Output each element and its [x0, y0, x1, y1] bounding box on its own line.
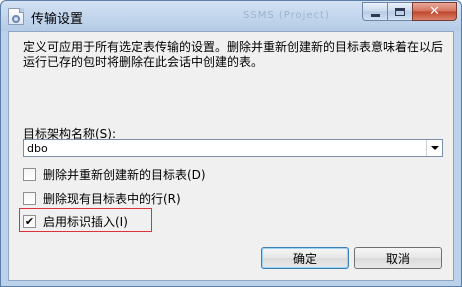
- minimize-icon: [370, 13, 380, 17]
- maximize-icon: [395, 7, 405, 16]
- ok-button[interactable]: 确定: [261, 247, 349, 269]
- close-button[interactable]: ✕: [412, 2, 457, 21]
- close-icon: ✕: [429, 4, 440, 19]
- drop-recreate-checkbox[interactable]: [23, 168, 36, 181]
- maximize-button[interactable]: [387, 2, 413, 21]
- identity-insert-checkbox[interactable]: ✔: [23, 215, 36, 228]
- cancel-button[interactable]: 取消: [354, 247, 442, 269]
- identity-insert-option[interactable]: ✔ 启用标识插入(I): [23, 213, 128, 230]
- window-title: 传输设置: [31, 12, 84, 27]
- combo-dropdown-button[interactable]: [426, 140, 442, 156]
- minimize-button[interactable]: [362, 2, 388, 21]
- drop-recreate-label[interactable]: 删除并重新创建新的目标表(D): [43, 166, 206, 183]
- schema-name-value[interactable]: dbo: [24, 142, 426, 155]
- dialog-body: 定义可应用于所有选定表传输的设置。删除并重新创建新的目标表意味着在以后运行已存的…: [8, 31, 454, 281]
- description-text: 定义可应用于所有选定表传输的设置。删除并重新创建新的目标表意味着在以后运行已存的…: [23, 40, 444, 69]
- delete-rows-checkbox[interactable]: [23, 192, 36, 205]
- title-bar[interactable]: 传输设置 SSMS (Project) ✕: [1, 1, 461, 31]
- background-window-title: SSMS (Project): [243, 10, 330, 21]
- transfer-settings-dialog: 传输设置 SSMS (Project) ✕ 定义可应用于所有选定表传输的设置。删…: [0, 0, 462, 287]
- checkmark-icon: ✔: [24, 215, 35, 228]
- delete-rows-label[interactable]: 删除现有目标表中的行(R): [43, 190, 181, 207]
- settings-document-icon: [8, 8, 24, 25]
- chevron-down-icon: [430, 146, 439, 150]
- delete-rows-option[interactable]: 删除现有目标表中的行(R): [23, 190, 181, 207]
- identity-insert-label[interactable]: 启用标识插入(I): [43, 213, 128, 230]
- drop-recreate-option[interactable]: 删除并重新创建新的目标表(D): [23, 166, 206, 183]
- schema-name-combobox[interactable]: dbo: [23, 139, 443, 157]
